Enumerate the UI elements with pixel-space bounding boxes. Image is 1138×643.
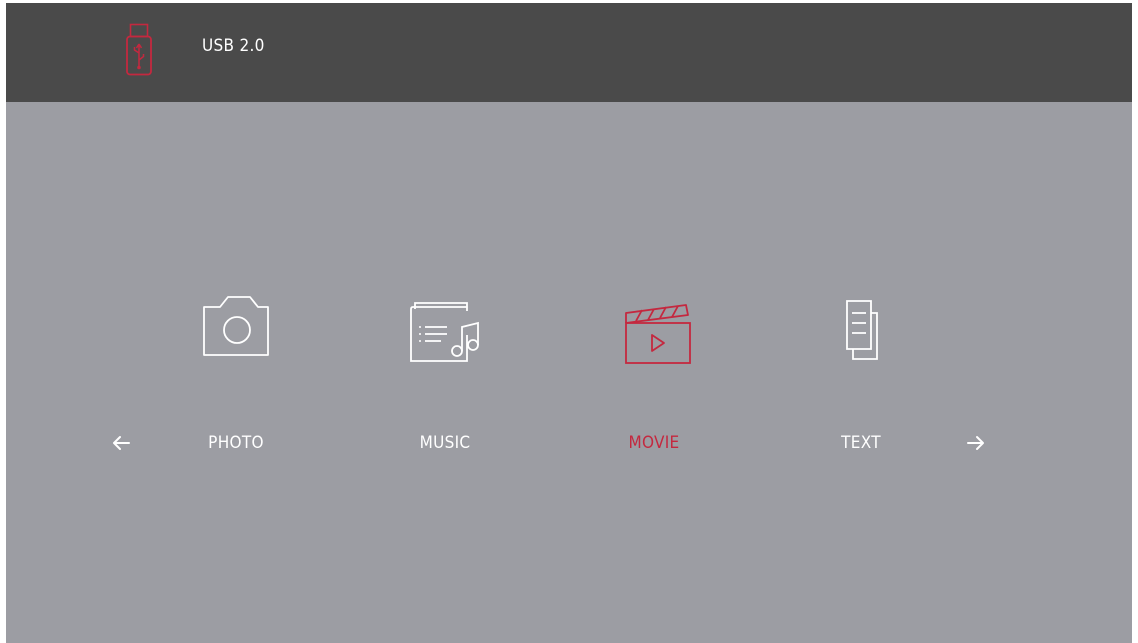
header-bar: USB 2.0 xyxy=(6,3,1132,102)
media-center-screen: USB 2.0 PHOTO MUSIC MOVIE TEXT xyxy=(6,3,1132,643)
arrow-left-icon[interactable] xyxy=(107,431,137,455)
category-label: MOVIE xyxy=(628,433,680,453)
category-photo[interactable]: PHOTO xyxy=(161,293,311,468)
camera-icon xyxy=(203,296,269,356)
category-label: PHOTO xyxy=(208,433,264,453)
category-label: TEXT xyxy=(841,433,881,453)
category-movie[interactable]: MOVIE xyxy=(579,293,729,468)
clapperboard-icon xyxy=(625,304,691,364)
usb-drive-icon xyxy=(126,23,152,76)
category-music[interactable]: MUSIC xyxy=(370,293,520,468)
device-label: USB 2.0 xyxy=(202,36,265,56)
category-text[interactable]: TEXT xyxy=(786,293,936,468)
arrow-right-icon[interactable] xyxy=(960,431,990,455)
document-icon xyxy=(846,300,878,360)
category-label: MUSIC xyxy=(419,433,471,453)
music-file-icon xyxy=(410,302,479,362)
